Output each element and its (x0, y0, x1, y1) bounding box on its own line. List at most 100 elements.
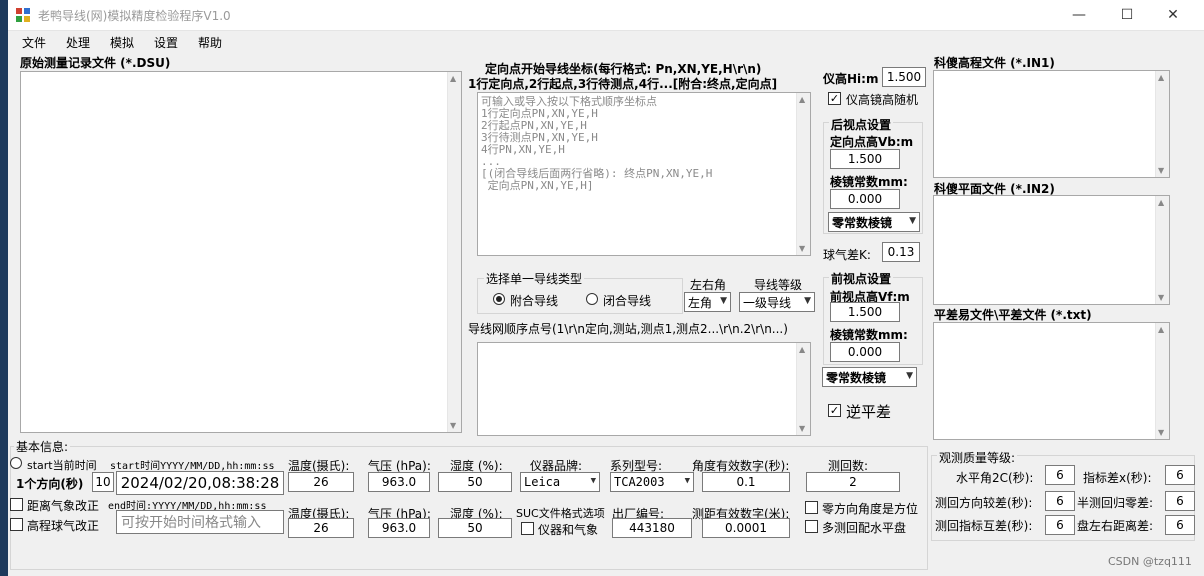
coords-scrollbar[interactable]: ▲ ▼ (796, 93, 810, 255)
humidity-input-2[interactable]: 50 (438, 518, 512, 538)
quality-index-input[interactable]: 6 (1165, 465, 1195, 485)
humidity-input-1[interactable]: 50 (438, 472, 512, 492)
quality-2c-label: 水平角2C(秒): (956, 471, 1034, 485)
window-title: 老鸭导线(网)模拟精度检验程序V1.0 (38, 9, 231, 23)
angle-side-value: 左角 (688, 295, 713, 310)
model-value: TCA2003 (614, 475, 665, 489)
scroll-down-icon[interactable]: ▼ (1158, 428, 1164, 437)
menu-process[interactable]: 处理 (66, 34, 90, 51)
basic-info-title: 基本信息: (14, 438, 71, 455)
back-prism-mode-select[interactable]: 零常数棱镜 ▼ (828, 212, 920, 232)
random-height-label: 仪高镜高随机 (846, 93, 919, 107)
menu-file[interactable]: 文件 (22, 34, 46, 51)
menu-bar: 文件 处理 模拟 设置 帮助 (8, 31, 1204, 53)
quality-index-diff-input[interactable]: 6 (1045, 515, 1075, 535)
instrument-height-input[interactable]: 1.500 (882, 67, 926, 87)
quality-lr-dist-input[interactable]: 6 (1165, 515, 1195, 535)
in1-textarea[interactable]: ▲ ▼ (933, 70, 1170, 178)
raw-file-scrollbar[interactable]: ▲ ▼ (447, 72, 461, 432)
suc-option-checkbox[interactable] (521, 522, 534, 535)
raw-file-textarea[interactable]: ▲ ▼ (20, 71, 462, 433)
minimize-button[interactable]: — (1056, 0, 1102, 30)
txt-label: 平差易文件\平差文件 (*.txt) (934, 308, 1092, 322)
multi-round-checkbox[interactable] (805, 520, 818, 533)
front-height-input[interactable]: 1.500 (830, 302, 900, 322)
scroll-down-icon[interactable]: ▼ (1158, 293, 1164, 302)
radio-attached-traverse[interactable] (493, 293, 505, 305)
in1-scrollbar[interactable]: ▲ ▼ (1155, 71, 1169, 177)
coords-textarea[interactable]: 可输入或导入按以下格式顺序坐标点 1行定向点PN,XN,YE,H 2行起点PN,… (477, 92, 811, 256)
pressure-input-1[interactable]: 963.0 (368, 472, 430, 492)
dist-digits-input[interactable]: 0.0001 (702, 518, 790, 538)
close-button[interactable]: ✕ (1150, 0, 1196, 30)
quality-2c-input[interactable]: 6 (1045, 465, 1075, 485)
back-prism-label: 棱镜常数mm: (830, 175, 908, 189)
rounds-input[interactable]: 2 (806, 472, 900, 492)
angle-side-select[interactable]: 左角 ▼ (684, 292, 731, 312)
quality-round-diff-input[interactable]: 6 (1045, 491, 1075, 511)
start-format-label: start时间YYYY/MM/DD,hh:mm:ss (110, 461, 275, 472)
temp-input-1[interactable]: 26 (288, 472, 354, 492)
back-height-input[interactable]: 1.500 (830, 149, 900, 169)
front-prism-label: 棱镜常数mm: (830, 328, 908, 342)
chevron-down-icon: ▼ (906, 371, 913, 381)
elevation-correction-label: 高程球气改正 (27, 519, 100, 533)
txt-scrollbar[interactable]: ▲ ▼ (1155, 323, 1169, 439)
back-prism-mode-value: 零常数棱镜 (832, 215, 893, 230)
sequence-scrollbar[interactable]: ▲ ▼ (796, 343, 810, 435)
txt-textarea[interactable]: ▲ ▼ (933, 322, 1170, 440)
sequence-textarea[interactable]: ▲ ▼ (477, 342, 811, 436)
scroll-up-icon[interactable]: ▲ (1158, 198, 1164, 207)
front-sight-title: 前视点设置 (829, 270, 894, 287)
traverse-type-title: 选择单一导线类型 (484, 270, 585, 287)
scroll-up-icon[interactable]: ▲ (1158, 325, 1164, 334)
zero-direction-checkbox[interactable] (805, 501, 818, 514)
brand-select[interactable]: Leica ▼ (520, 472, 600, 492)
grade-select[interactable]: 一级导线 ▼ (739, 292, 815, 312)
grade-value: 一级导线 (743, 295, 792, 310)
suc-label: SUC文件格式选项 (516, 507, 605, 520)
scroll-up-icon[interactable]: ▲ (799, 95, 805, 104)
menu-settings[interactable]: 设置 (154, 34, 178, 51)
angle-digits-input[interactable]: 0.1 (702, 472, 790, 492)
radio-closed-traverse[interactable] (586, 293, 598, 305)
quality-lr-dist-label: 盘左右距离差: (1077, 519, 1154, 533)
back-height-label: 定向点高Vb:m (830, 135, 914, 149)
back-prism-input[interactable]: 0.000 (830, 189, 900, 209)
scroll-down-icon[interactable]: ▼ (1158, 166, 1164, 175)
scroll-up-icon[interactable]: ▲ (1158, 73, 1164, 82)
quality-index-label: 指标差x(秒): (1083, 471, 1152, 485)
direction-input[interactable]: 10 (92, 472, 114, 492)
end-time-input[interactable]: 可按开始时间格式输入 (116, 510, 284, 534)
random-height-checkbox[interactable]: ✓ (828, 92, 841, 105)
front-prism-mode-select[interactable]: 零常数棱镜 ▼ (822, 367, 917, 387)
serial-input[interactable]: 443180 (612, 518, 692, 538)
direction-label: 1个方向(秒) (16, 477, 84, 491)
start-now-radio[interactable] (10, 457, 22, 469)
chevron-down-icon: ▼ (684, 476, 690, 486)
scroll-up-icon[interactable]: ▲ (799, 345, 805, 354)
distance-correction-checkbox[interactable] (10, 498, 23, 511)
title-bar: 老鸭导线(网)模拟精度检验程序V1.0 — ☐ ✕ (8, 0, 1204, 31)
app-window: 老鸭导线(网)模拟精度检验程序V1.0 — ☐ ✕ 文件 处理 模拟 设置 帮助… (8, 0, 1204, 576)
temp-input-2[interactable]: 26 (288, 518, 354, 538)
in2-scrollbar[interactable]: ▲ ▼ (1155, 196, 1169, 304)
scroll-down-icon[interactable]: ▼ (799, 424, 805, 433)
pressure-input-2[interactable]: 963.0 (368, 518, 430, 538)
menu-help[interactable]: 帮助 (198, 34, 222, 51)
in2-textarea[interactable]: ▲ ▼ (933, 195, 1170, 305)
scroll-down-icon[interactable]: ▼ (799, 244, 805, 253)
quality-half-round-input[interactable]: 6 (1165, 491, 1195, 511)
chevron-down-icon: ▼ (804, 296, 811, 306)
front-prism-input[interactable]: 0.000 (830, 342, 900, 362)
reverse-adjust-checkbox[interactable]: ✓ (828, 404, 841, 417)
start-now-label: start当前时间 (27, 459, 97, 472)
maximize-button[interactable]: ☐ (1104, 0, 1150, 30)
refraction-input[interactable]: 0.13 (882, 242, 920, 262)
model-select[interactable]: TCA2003 ▼ (610, 472, 694, 492)
scroll-down-icon[interactable]: ▼ (450, 421, 456, 430)
start-time-input[interactable]: 2024/02/20,08:38:28 (116, 471, 284, 495)
scroll-up-icon[interactable]: ▲ (450, 74, 456, 83)
elevation-correction-checkbox[interactable] (10, 518, 23, 531)
menu-simulate[interactable]: 模拟 (110, 34, 134, 51)
